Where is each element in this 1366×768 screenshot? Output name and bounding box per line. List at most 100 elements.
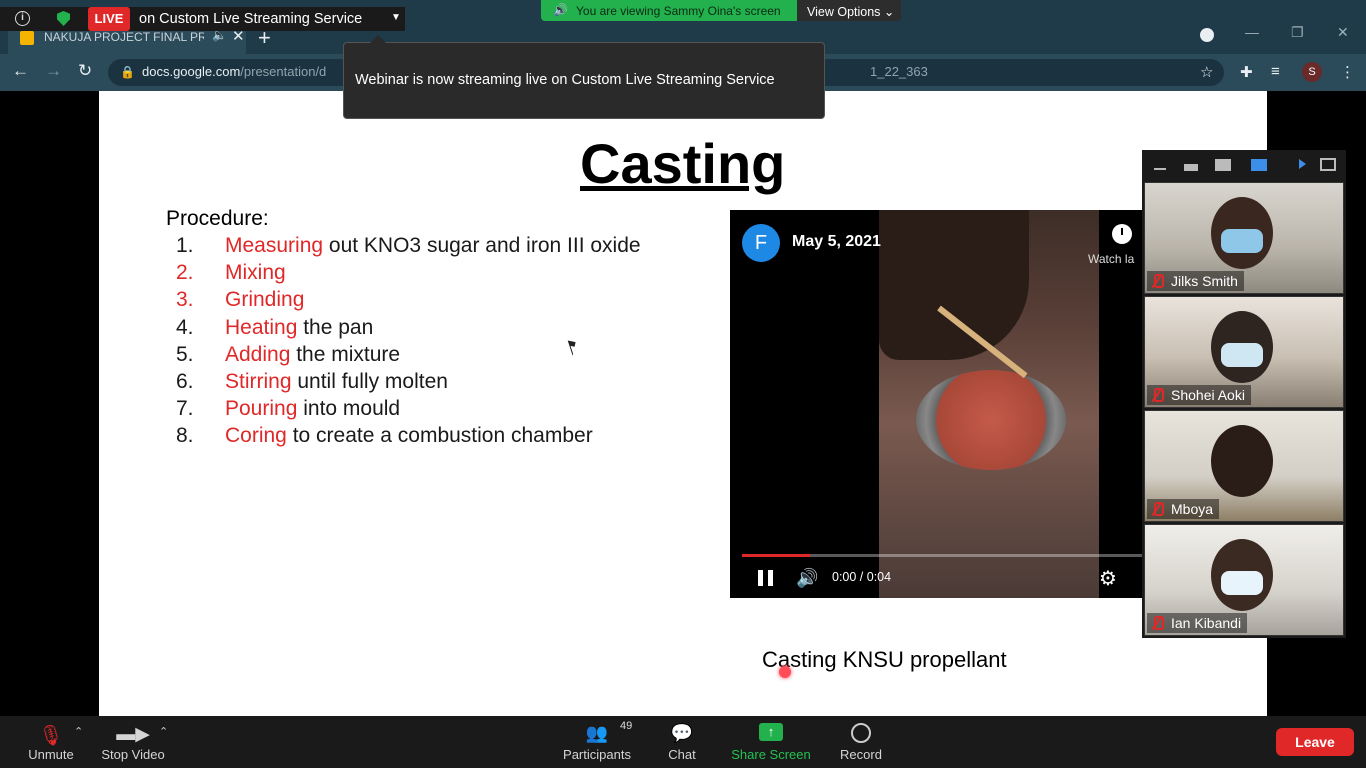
step-number: 5. [176, 342, 194, 366]
step-number: 8. [176, 424, 194, 448]
video-time: 0:00 / 0:04 [832, 570, 892, 584]
participant-tile[interactable]: Ian Kibandi [1144, 524, 1344, 636]
pan-shape [916, 370, 1066, 470]
unmute-button[interactable]: 🎙 Unmute [20, 716, 82, 768]
procedure-step: 5. Adding the mixture [176, 343, 400, 367]
step-number: 3. [176, 288, 194, 312]
hand-shape [879, 210, 1029, 360]
streaming-notification: Webinar is now streaming live on Custom … [343, 35, 825, 119]
speaker-view-icon[interactable] [1215, 159, 1231, 171]
step-detail: until fully molten [291, 370, 448, 393]
tooltip-caret [370, 35, 386, 43]
back-icon[interactable]: ← [12, 61, 29, 81]
tab-title: NAKUJA PROJECT FINAL PRE [44, 30, 204, 44]
hide-video-icon[interactable] [1184, 164, 1198, 171]
url-tail: 1_22_363 [870, 64, 928, 79]
step-number: 7. [176, 397, 194, 421]
step-detail: into mould [297, 397, 401, 421]
face-mask [1221, 571, 1263, 595]
procedure-step: 7. Pouring into mould [176, 397, 400, 421]
gallery-header [1142, 150, 1346, 180]
video-camera-icon: ▬▶ [116, 724, 150, 745]
clock-icon[interactable] [1112, 224, 1132, 244]
chevron-down-icon[interactable]: ▼ [391, 12, 401, 23]
audio-options-chevron-icon[interactable]: ⌃ [74, 725, 83, 738]
gallery-view-icon[interactable] [1251, 159, 1267, 171]
unmute-label: Unmute [28, 747, 74, 762]
watch-later-label[interactable]: Watch la [1088, 252, 1134, 266]
step-number: 2. [176, 261, 194, 285]
video-caption: Casting KNSU propellant [762, 647, 1007, 672]
reload-icon[interactable]: ↻ [78, 61, 92, 81]
leave-button[interactable]: Leave [1276, 728, 1354, 756]
share-screen-label: Share Screen [731, 747, 811, 762]
step-keyword: Grinding [225, 288, 305, 312]
channel-avatar[interactable]: F [742, 224, 780, 262]
view-options-label: View Options [807, 5, 881, 19]
video-options-chevron-icon[interactable]: ⌃ [159, 725, 168, 738]
volume-icon[interactable]: 🔊 [796, 568, 818, 589]
meeting-controls-bar: 🎙 Unmute ⌃ ▬▶ Stop Video ⌃ 👥 49 Particip… [0, 716, 1366, 768]
chat-button[interactable]: 💬 Chat [660, 716, 704, 768]
restore-window-icon[interactable]: ❐ [1291, 24, 1304, 41]
participant-tile[interactable]: Mboya [1144, 410, 1344, 522]
participant-tile[interactable]: Shohei Aoki [1144, 296, 1344, 408]
close-window-icon[interactable]: ✕ [1337, 24, 1349, 41]
minimize-video-icon[interactable] [1154, 168, 1166, 170]
participant-tile[interactable]: Jilks Smith [1144, 182, 1344, 294]
view-options-button[interactable]: View Options ⌄ [797, 0, 901, 21]
video-frame [879, 210, 1099, 598]
extensions-icon[interactable]: ✚ [1240, 63, 1253, 81]
stop-video-button[interactable]: ▬▶ Stop Video [96, 716, 170, 768]
participants-icon: 👥 [585, 723, 609, 743]
procedure-step: 4. Heating the pan [176, 316, 373, 340]
next-page-icon[interactable] [1299, 159, 1306, 169]
browser-menu-icon[interactable]: ⋮ [1340, 63, 1355, 81]
procedure-step: 2. Mixing [176, 261, 286, 285]
settings-gear-icon[interactable]: ⚙ [1099, 566, 1117, 591]
info-icon[interactable]: i [15, 11, 30, 26]
video-title[interactable]: May 5, 2021 [792, 233, 881, 251]
profile-avatar[interactable]: S [1302, 62, 1322, 82]
exit-gallery-icon[interactable] [1320, 158, 1336, 171]
live-status-text[interactable]: on Custom Live Streaming Service [139, 11, 362, 27]
face-mask [1221, 229, 1263, 253]
participant-face [1211, 425, 1273, 497]
step-keyword: Measuring [225, 234, 324, 257]
step-number: 1. [176, 234, 194, 257]
tab-search-icon[interactable] [1200, 28, 1214, 42]
participant-gallery: Jilks Smith Shohei Aoki Mboya Ian Kibandi [1142, 150, 1346, 638]
step-keyword: Mixing [225, 261, 286, 285]
muted-mic-icon [1151, 502, 1164, 516]
minimize-window-icon[interactable]: — [1245, 24, 1259, 40]
viewing-banner: 🔊 You are viewing Sammy Oina's screen [541, 0, 797, 21]
url-path: /presentation/d [240, 64, 327, 79]
step-detail: out KNO3 sugar and iron III oxide [323, 234, 641, 257]
forward-icon[interactable]: → [45, 61, 62, 81]
notification-text: Webinar is now streaming live on Custom … [355, 72, 775, 88]
bookmark-star-icon[interactable]: ☆ [1200, 63, 1213, 81]
step-detail: the mixture [290, 342, 401, 366]
chevron-down-icon: ⌄ [883, 5, 895, 19]
viewing-text: You are viewing Sammy Oina's screen [576, 4, 781, 18]
step-keyword: Stirring [225, 370, 292, 393]
procedure-step: 3. Grinding [176, 288, 304, 312]
step-detail: to create a combustion chamber [286, 424, 593, 448]
record-icon [851, 723, 871, 743]
video-progress-fill [742, 554, 810, 557]
embedded-video[interactable]: F May 5, 2021 Watch la 🔊 0:00 / 0:04 ⚙ [730, 210, 1142, 598]
procedure-step: 6. Stirring until fully molten [176, 370, 448, 394]
speaker-icon: 🔊 [553, 3, 568, 17]
share-screen-button[interactable]: ↑ Share Screen [728, 716, 814, 768]
muted-mic-icon [1151, 274, 1164, 288]
media-control-icon[interactable]: ≡ [1271, 63, 1280, 80]
share-screen-icon: ↑ [759, 723, 783, 741]
slide-title: Casting [580, 132, 786, 195]
step-detail: the pan [297, 315, 374, 339]
stop-video-label: Stop Video [101, 747, 165, 762]
procedure-label: Procedure: [166, 207, 269, 230]
pause-icon[interactable] [758, 570, 773, 586]
live-badge: LIVE [88, 7, 130, 31]
participants-button[interactable]: 👥 49 Participants [558, 716, 636, 768]
record-button[interactable]: Record [836, 716, 886, 768]
